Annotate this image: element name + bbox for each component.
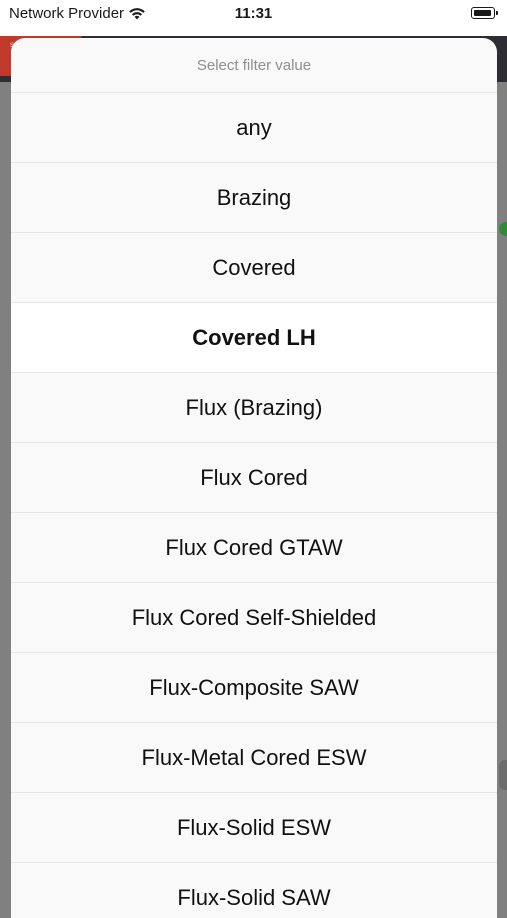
- picker-option[interactable]: Flux Cored Self-Shielded: [11, 583, 497, 653]
- picker-option[interactable]: Flux-Solid SAW: [11, 863, 497, 918]
- battery-icon: [471, 7, 498, 19]
- filter-picker-sheet: Select filter value any Brazing Covered Cov…: [11, 38, 497, 918]
- picker-title: Select filter value: [11, 38, 497, 93]
- picker-options-list[interactable]: any Brazing Covered Covered LH Flux (Brazing…: [11, 93, 497, 918]
- picker-option[interactable]: Flux-Metal Cored ESW: [11, 723, 497, 793]
- picker-option[interactable]: any: [11, 93, 497, 163]
- picker-option[interactable]: Flux Cored GTAW: [11, 513, 497, 583]
- picker-option[interactable]: Covered LH: [11, 303, 497, 373]
- picker-option[interactable]: Flux-Composite SAW: [11, 653, 497, 723]
- picker-option[interactable]: Flux (Brazing): [11, 373, 497, 443]
- background-edge-handle: [499, 760, 507, 790]
- picker-option[interactable]: Flux-Solid ESW: [11, 793, 497, 863]
- status-time: 11:31: [234, 5, 273, 22]
- status-bar: Network Provider 11:31: [0, 0, 507, 36]
- picker-option[interactable]: Covered: [11, 233, 497, 303]
- picker-option[interactable]: Flux Cored: [11, 443, 497, 513]
- picker-option[interactable]: Brazing: [11, 163, 497, 233]
- background-indicator: [499, 222, 507, 236]
